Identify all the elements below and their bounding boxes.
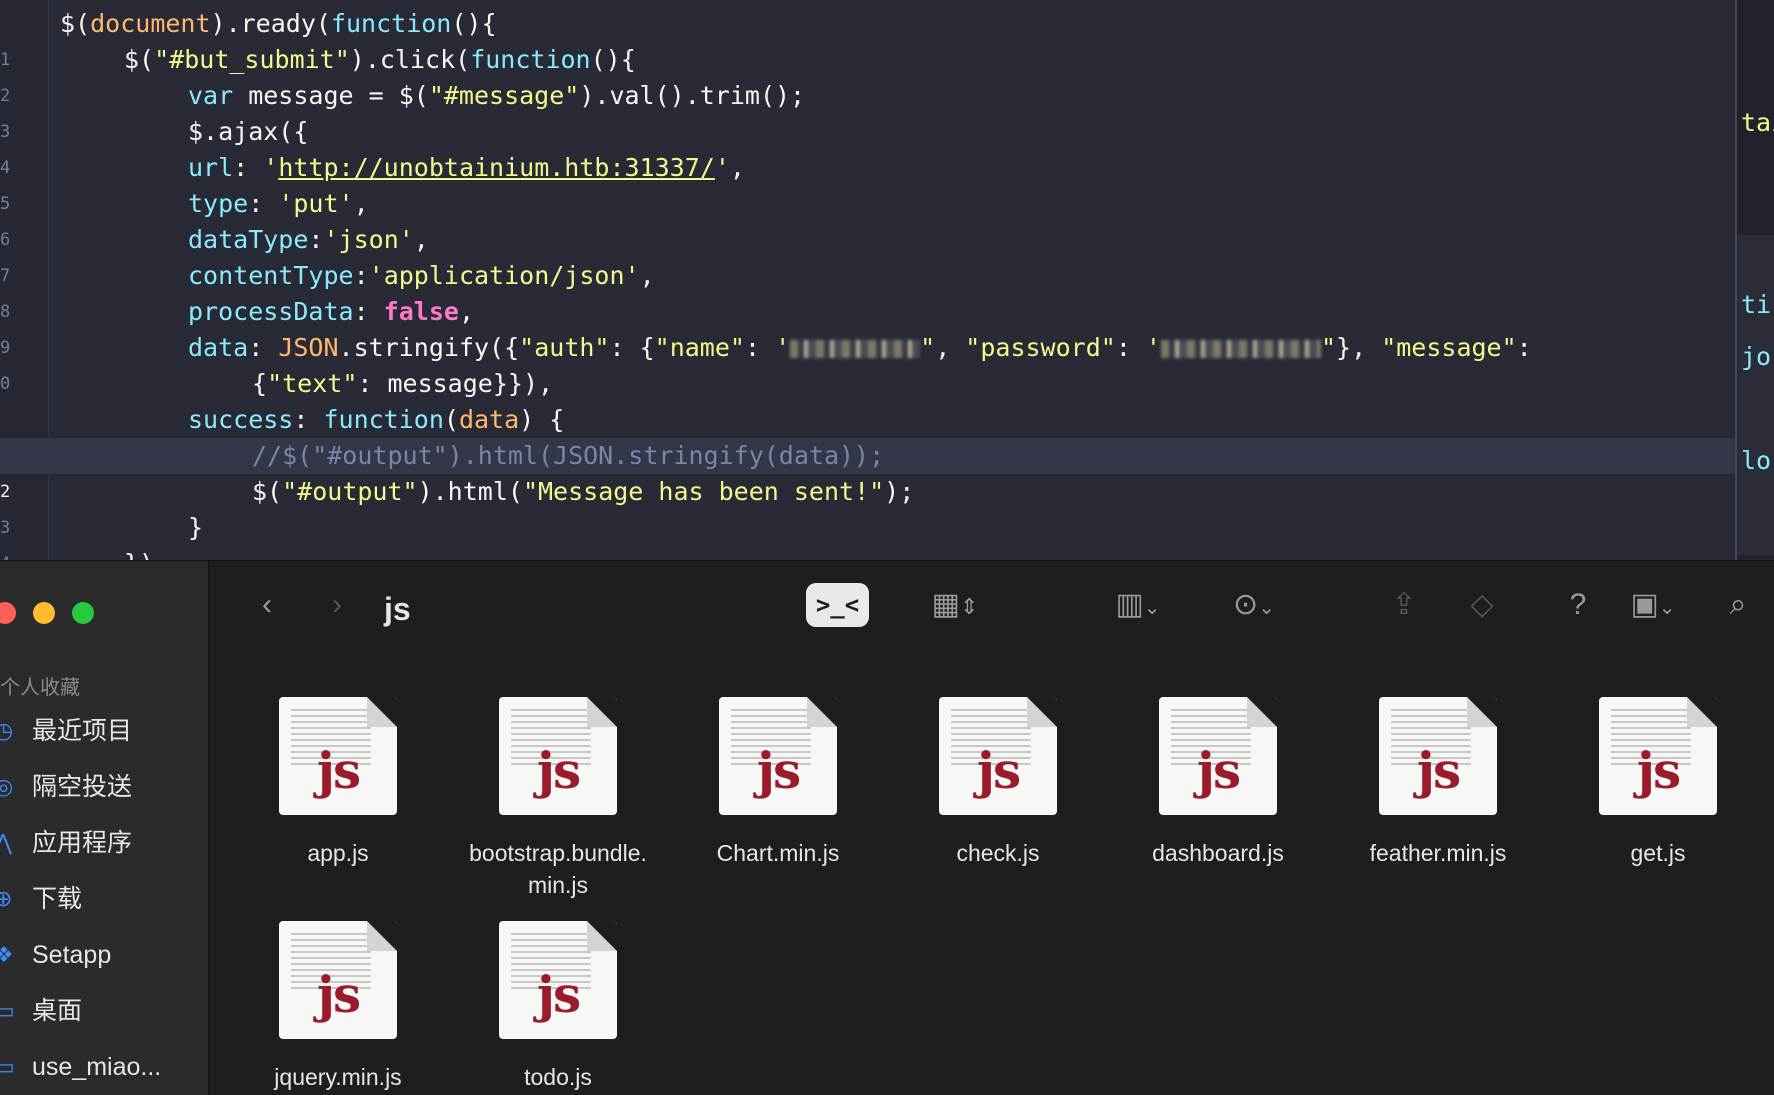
tag-icon: ◇ xyxy=(1470,588,1494,621)
help-button[interactable]: ? xyxy=(1558,585,1598,625)
code-line[interactable]: 3 var message = $("#message").val().trim… xyxy=(0,78,1735,142)
chevron-left-icon: ‹ xyxy=(262,588,272,621)
file-item[interactable]: js check.js xyxy=(893,697,1103,869)
action-menu-button[interactable]: ⊙⌄ xyxy=(1214,585,1294,628)
js-file-icon: js xyxy=(279,697,397,815)
sidebar-item-airdrop[interactable]: ◎ 隔空投送 xyxy=(0,767,200,807)
code-line[interactable]: 1 success: function(data) { xyxy=(0,402,1735,466)
chevron-down-icon: ⌄ xyxy=(1258,597,1275,619)
group-button[interactable]: ▥⌄ xyxy=(1098,585,1178,628)
folder-title: js xyxy=(384,591,411,627)
js-file-icon: js xyxy=(1159,697,1277,815)
editor-overflow-panel: tai ti jo lo xyxy=(1735,0,1774,560)
finder-window: 个人收藏 ◷ 最近项目 ◎ 隔空投送 ⋀ 应用程序 ⊕ 下载 ❖ Setapp … xyxy=(0,560,1774,1095)
chevron-right-icon: › xyxy=(332,588,342,621)
redacted-password xyxy=(1160,340,1321,358)
close-window-button[interactable] xyxy=(0,602,16,624)
search-button[interactable]: ⌕ xyxy=(1718,585,1758,625)
ellipsis-circle-icon: ⊙ xyxy=(1233,588,1259,621)
group-grid-icon: ▥ xyxy=(1115,588,1144,621)
download-icon: ⊕ xyxy=(0,886,13,911)
file-item[interactable]: js bootstrap.bundle. min.js xyxy=(453,697,663,901)
view-mode-button[interactable]: ▦⇕ xyxy=(920,585,990,627)
airdrop-icon: ◎ xyxy=(0,774,14,799)
js-file-icon: js xyxy=(1379,697,1497,815)
code-line[interactable]: 4 $.ajax({ xyxy=(0,114,1735,178)
apps-icon: ⋀ xyxy=(0,830,13,855)
finder-sidebar: 个人收藏 ◷ 最近项目 ◎ 隔空投送 ⋀ 应用程序 ⊕ 下载 ❖ Setapp … xyxy=(0,561,209,1095)
sidebar-section-favorites: 个人收藏 xyxy=(0,677,80,699)
code-line[interactable]: 4 } xyxy=(0,510,1735,560)
updown-chevron-icon: ⇕ xyxy=(959,594,979,619)
code-line[interactable]: 3 $("#output").html("Message has been se… xyxy=(0,474,1735,538)
sidebar-item-desktop[interactable]: ▭ 桌面 xyxy=(0,991,200,1031)
share-button[interactable]: ⇪ xyxy=(1384,585,1424,625)
file-item[interactable]: js dashboard.js xyxy=(1113,697,1323,869)
grid-view-icon: ▦ xyxy=(931,588,960,621)
setapp-icon: ❖ xyxy=(0,942,14,967)
js-file-icon: js xyxy=(719,697,837,815)
redacted-name xyxy=(790,340,921,358)
code-line[interactable]: }) xyxy=(0,546,1735,560)
code-line[interactable]: 6 type: 'put', xyxy=(0,186,1735,250)
file-item[interactable]: js app.js xyxy=(233,697,443,869)
sidebar-item-setapp[interactable]: ❖ Setapp xyxy=(0,935,200,975)
code-line[interactable]: 1 $(document).ready(function(){ xyxy=(0,6,1735,70)
terminal-button[interactable]: >_< xyxy=(806,583,869,627)
file-grid: js app.js js bootstrap.bundle. min.js js … xyxy=(208,661,1774,1095)
file-item[interactable]: js todo.js xyxy=(453,921,663,1093)
url-link[interactable]: http://unobtainium.htb:31337/ xyxy=(278,153,715,182)
code-line[interactable]: 7 dataType:'json', xyxy=(0,222,1735,286)
sidebar-item-downloads[interactable]: ⊕ 下载 xyxy=(0,879,200,919)
js-file-icon: js xyxy=(939,697,1057,815)
forward-button[interactable]: › xyxy=(322,585,352,625)
sidebar-item-applications[interactable]: ⋀ 应用程序 xyxy=(0,823,200,863)
scrollbar[interactable] xyxy=(1737,235,1774,555)
clock-icon: ◷ xyxy=(0,718,14,743)
zoom-window-button[interactable] xyxy=(72,602,94,624)
file-item[interactable]: js Chart.min.js xyxy=(673,697,883,869)
chevron-down-icon: ⌄ xyxy=(1658,597,1676,619)
storage-button[interactable]: ▣⌄ xyxy=(1618,585,1688,628)
back-button[interactable]: ‹ xyxy=(252,585,282,625)
js-file-icon: js xyxy=(279,921,397,1039)
drive-icon: ▣ xyxy=(1630,588,1659,621)
code-editor[interactable]: 1 $(document).ready(function(){ 2 $("#bu… xyxy=(0,0,1774,560)
js-file-icon: js xyxy=(499,921,617,1039)
code-line[interactable]: {"text": message}}), xyxy=(0,366,1735,402)
desktop-icon: ▭ xyxy=(0,998,15,1023)
minimize-window-button[interactable] xyxy=(33,602,55,624)
js-file-icon: js xyxy=(499,697,617,815)
sidebar-item-user-folder[interactable]: ▭ use_miao... xyxy=(0,1047,200,1087)
code-line[interactable]: 5 url: 'http://unobtainium.htb:31337/', xyxy=(0,150,1735,214)
sidebar-item-recents[interactable]: ◷ 最近项目 xyxy=(0,711,200,751)
file-item[interactable]: js get.js xyxy=(1553,697,1763,869)
code-line[interactable]: 0 data: JSON.stringify({"auth": {"name":… xyxy=(0,330,1735,394)
chevron-down-icon: ⌄ xyxy=(1143,597,1161,619)
share-icon: ⇪ xyxy=(1391,588,1417,621)
code-line[interactable]: 9 processData: false, xyxy=(0,294,1735,358)
code-line[interactable]: 2 $("#but_submit").click(function(){ xyxy=(0,42,1735,106)
file-item[interactable]: js jquery.min.js xyxy=(233,921,443,1093)
tag-button[interactable]: ◇ xyxy=(1462,585,1502,625)
file-item[interactable]: js feather.min.js xyxy=(1333,697,1543,869)
search-icon: ⌕ xyxy=(1729,588,1747,621)
folder-icon: ▭ xyxy=(0,1054,15,1079)
question-icon: ? xyxy=(1569,588,1587,621)
finder-toolbar: ‹ › js >_< ▦⇕ ▥⌄ ⊙⌄ ⇪ ◇ ? ▣⌄ ⌕ xyxy=(208,561,1774,661)
code-line-current[interactable]: 2 //$("#output").html(JSON.stringify(dat… xyxy=(0,438,1735,502)
code-line[interactable]: 8 contentType:'application/json', xyxy=(0,258,1735,322)
js-file-icon: js xyxy=(1599,697,1717,815)
